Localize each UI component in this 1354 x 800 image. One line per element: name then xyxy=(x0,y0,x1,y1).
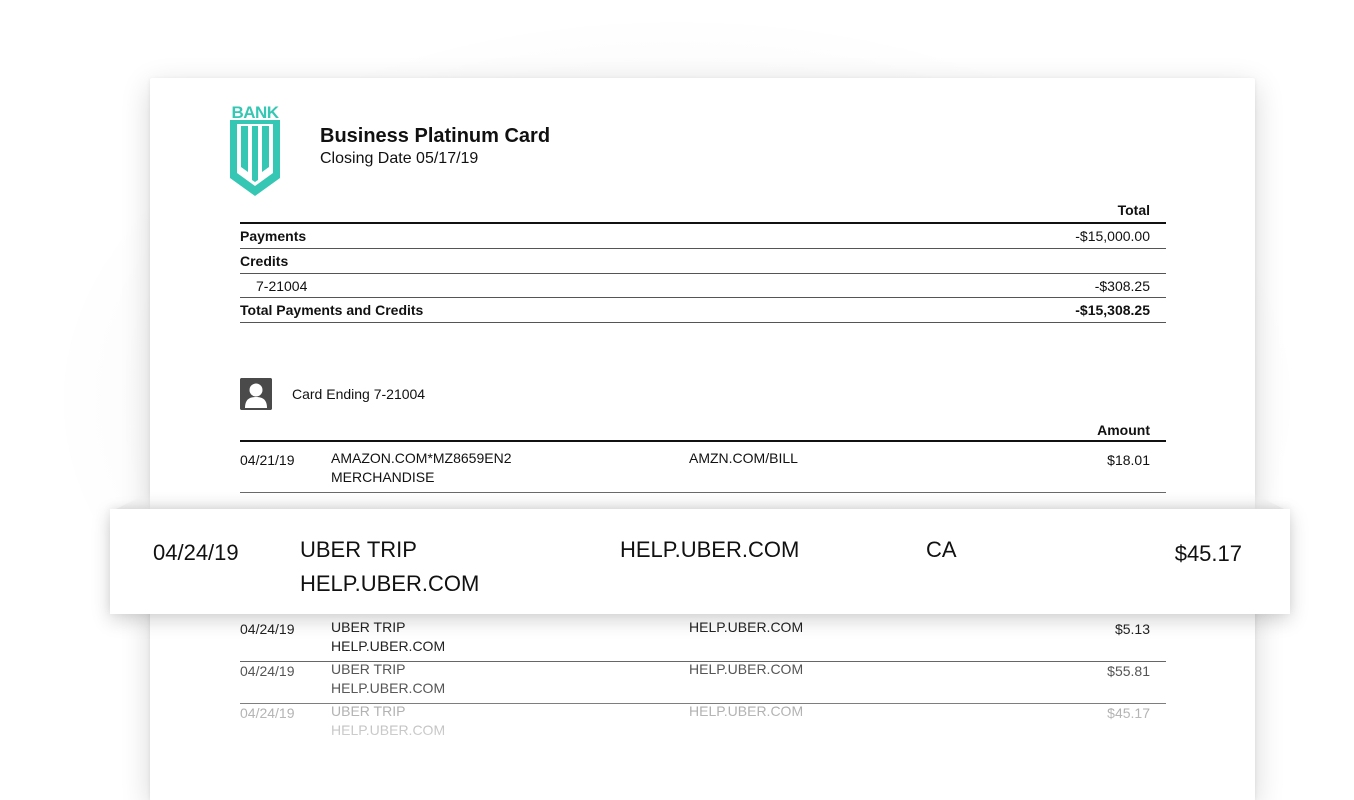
txn-merchant: UBER TRIP xyxy=(331,703,406,719)
transaction-row: 04/24/19 UBER TRIP HELP.UBER.COM HELP.UB… xyxy=(240,661,1166,704)
total-column-header: Total xyxy=(1117,202,1150,218)
txn-website: HELP.UBER.COM xyxy=(689,619,804,635)
transaction-row: 04/21/19 AMAZON.COM*MZ8659EN2 MERCHANDIS… xyxy=(240,450,1166,493)
txn-merchant: UBER TRIP xyxy=(331,619,406,635)
txn-date: 04/24/19 xyxy=(240,705,295,721)
total-label: Total Payments and Credits xyxy=(240,302,424,318)
txn-amount: $55.81 xyxy=(1107,663,1150,679)
txn-amount: $5.13 xyxy=(1114,621,1150,637)
payments-label: Payments xyxy=(240,228,307,244)
closing-date: Closing Date 05/17/19 xyxy=(320,150,479,167)
credits-label: Credits xyxy=(240,253,289,269)
credit-amount: -$308.25 xyxy=(1094,278,1150,294)
highlight-merchant: UBER TRIP xyxy=(300,537,417,562)
credit-card-number: 7-21004 xyxy=(256,278,308,294)
txn-merchant: AMAZON.COM*MZ8659EN2 xyxy=(331,450,512,466)
txn-date: 04/24/19 xyxy=(240,621,295,637)
txn-website: HELP.UBER.COM xyxy=(689,703,804,719)
credit-card-row: 7-21004 -$308.25 xyxy=(240,274,1166,298)
txn-website: AMZN.COM/BILL xyxy=(689,450,798,466)
credits-row: Credits xyxy=(240,249,1166,274)
summary-table: Total Payments -$15,000.00 Credits 7-210… xyxy=(240,198,1166,323)
txn-description: HELP.UBER.COM xyxy=(331,722,446,738)
txn-date: 04/21/19 xyxy=(240,452,295,468)
transactions-header: Amount xyxy=(240,420,1166,442)
amount-column-header: Amount xyxy=(1097,422,1150,438)
highlight-date: 04/24/19 xyxy=(153,540,239,565)
card-ending-label: Card Ending 7-21004 xyxy=(292,386,426,402)
payments-amount: -$15,000.00 xyxy=(1075,228,1150,244)
txn-website: HELP.UBER.COM xyxy=(689,661,804,677)
transaction-row: 04/24/19 UBER TRIP HELP.UBER.COM HELP.UB… xyxy=(240,619,1166,662)
card-title: Business Platinum Card xyxy=(320,125,551,147)
highlight-state: CA xyxy=(926,537,957,562)
highlight-description: HELP.UBER.COM xyxy=(300,571,480,596)
txn-amount: $45.17 xyxy=(1107,705,1150,721)
transaction-row: 04/24/19 UBER TRIP HELP.UBER.COM HELP.UB… xyxy=(240,703,1166,745)
txn-description: MERCHANDISE xyxy=(331,469,435,485)
txn-date: 04/24/19 xyxy=(240,663,295,679)
txn-merchant: UBER TRIP xyxy=(331,661,406,677)
bank-logo: BANK xyxy=(228,104,282,196)
highlight-amount: $45.17 xyxy=(1174,541,1242,566)
user-avatar-icon xyxy=(240,378,272,410)
shield-icon xyxy=(230,120,280,196)
total-amount: -$15,308.25 xyxy=(1075,302,1150,318)
txn-description: HELP.UBER.COM xyxy=(331,638,446,654)
payments-row: Payments -$15,000.00 xyxy=(240,224,1166,249)
summary-header-row: Total xyxy=(240,198,1166,224)
highlight-website: HELP.UBER.COM xyxy=(620,537,800,562)
txn-amount: $18.01 xyxy=(1107,452,1150,468)
txn-description: HELP.UBER.COM xyxy=(331,680,446,696)
highlighted-transaction-callout: 04/24/19 UBER TRIP HELP.UBER.COM HELP.UB… xyxy=(110,509,1290,614)
total-row: Total Payments and Credits -$15,308.25 xyxy=(240,298,1166,323)
